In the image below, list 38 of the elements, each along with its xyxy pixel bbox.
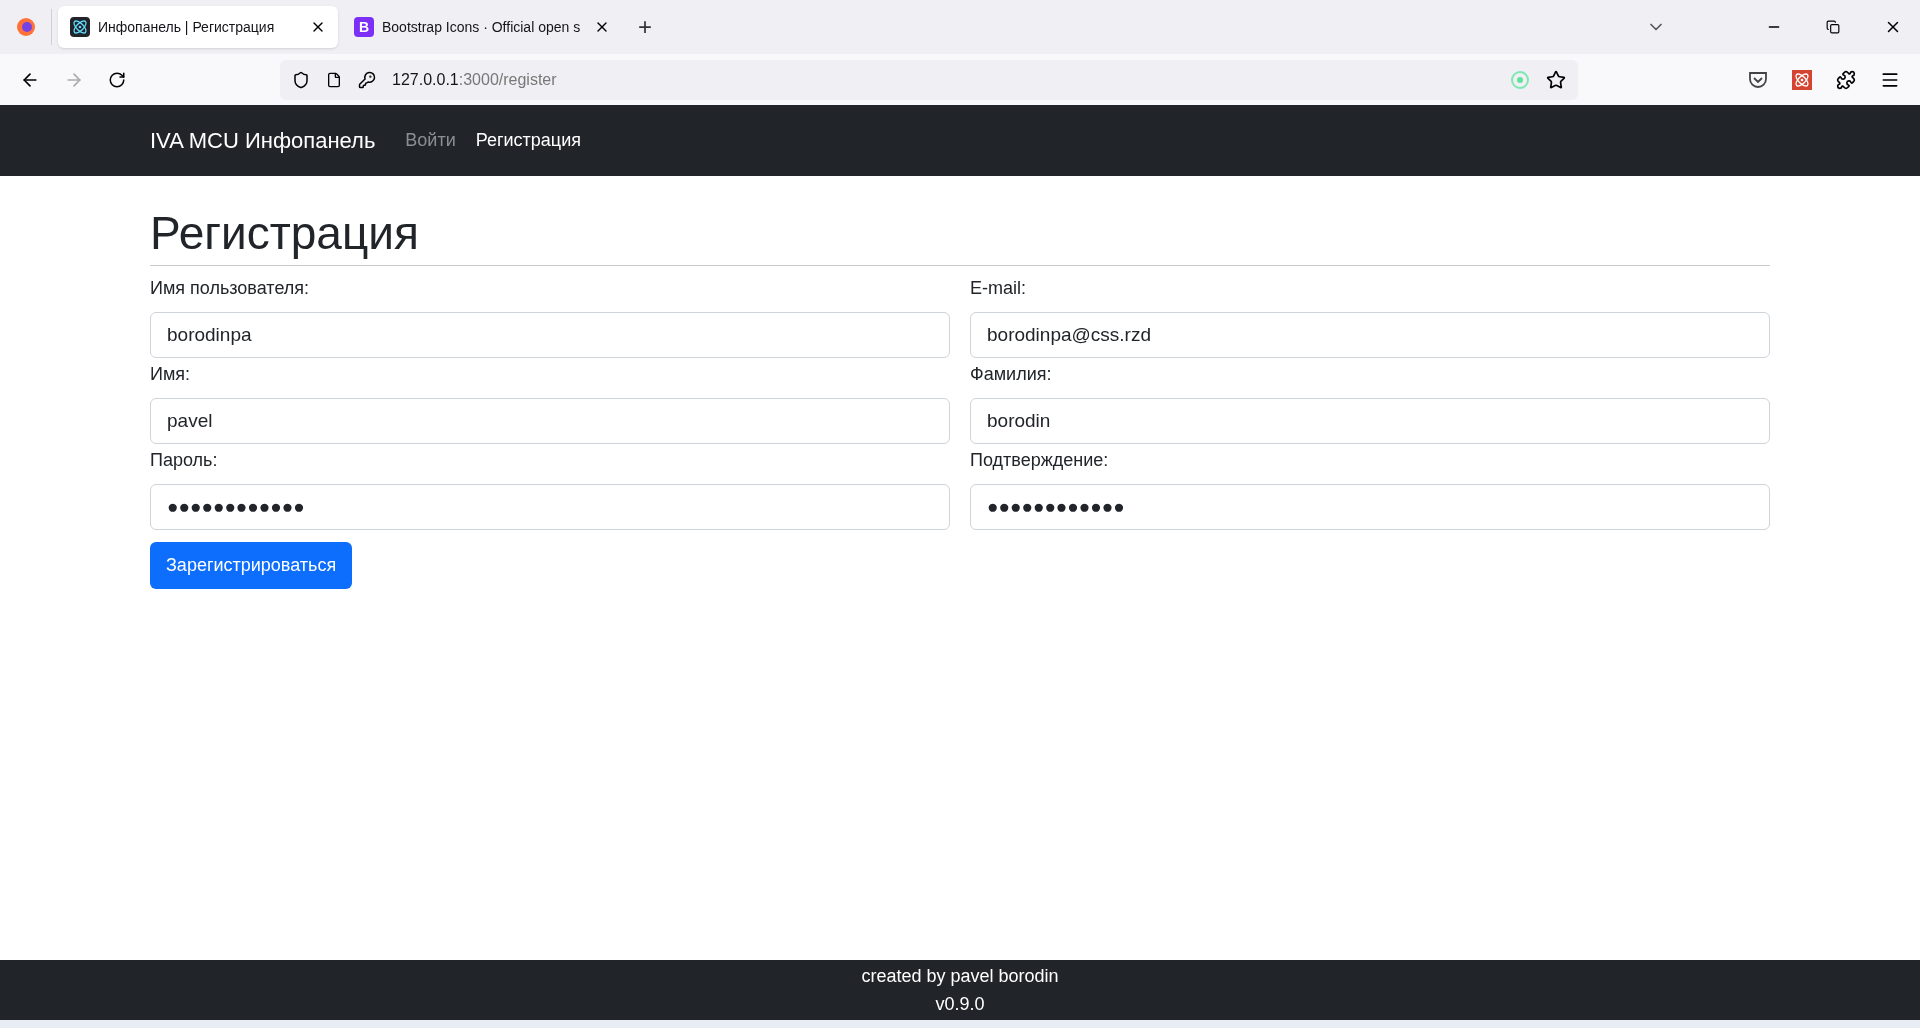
restore-icon[interactable] [1826, 20, 1840, 34]
page-heading: Регистрация [150, 206, 420, 261]
footer-text: v0.9.0 [935, 993, 985, 1016]
extensions-icon[interactable] [1836, 69, 1856, 90]
url-text: 127.0.0.1:3000/register [392, 69, 557, 90]
star-icon[interactable] [1546, 69, 1566, 90]
field-label: Подтверждение: [970, 449, 1110, 473]
key-icon[interactable] [358, 70, 376, 89]
nav-link[interactable]: Регистрация [475, 127, 581, 154]
input-field[interactable]: borodinpa@css.rzd [970, 312, 1770, 359]
input-field[interactable]: borodin [970, 398, 1770, 445]
register-button[interactable]: Зарегистрироваться [150, 542, 353, 590]
page-icon [326, 71, 342, 88]
browser-tab[interactable]: Инфопанель | Регистрация [58, 6, 338, 48]
atom-icon [70, 17, 90, 37]
tab-favicon: B [354, 17, 374, 37]
field-label: Фамилия: [970, 363, 1053, 387]
address-bar[interactable]: 127.0.0.1:3000/register [280, 59, 1578, 100]
nav-link[interactable]: Войти [405, 127, 456, 154]
input-field[interactable]: borodinpa [150, 312, 950, 359]
footer-text: created by pavel borodin [861, 965, 1059, 988]
brand-link[interactable]: IVA MCU Инфопанель [150, 124, 376, 157]
browser-tab[interactable]: B Bootstrap Icons · Official open s [342, 6, 622, 48]
field-label: Пароль: [150, 449, 219, 473]
tab-title: Bootstrap Icons · Official open s [382, 17, 582, 37]
field-label: Имя пользователя: [150, 277, 311, 301]
pocket-icon[interactable] [1748, 70, 1768, 89]
field-label: Имя: [150, 363, 192, 387]
tab-title: Инфопанель | Регистрация [98, 17, 276, 37]
input-field[interactable]: pavel [150, 398, 950, 445]
reload-icon[interactable] [108, 70, 126, 89]
input-field[interactable]: ●●●●●●●●●●●● [970, 484, 1770, 531]
shield-icon[interactable] [292, 70, 310, 89]
input-field[interactable]: ●●●●●●●●●●●● [150, 484, 950, 531]
field-label: E-mail: [970, 277, 1027, 301]
browser-logo-icon[interactable] [15, 17, 36, 37]
extension-icon[interactable] [1792, 69, 1812, 90]
new-tab-button[interactable]: + [626, 9, 664, 45]
